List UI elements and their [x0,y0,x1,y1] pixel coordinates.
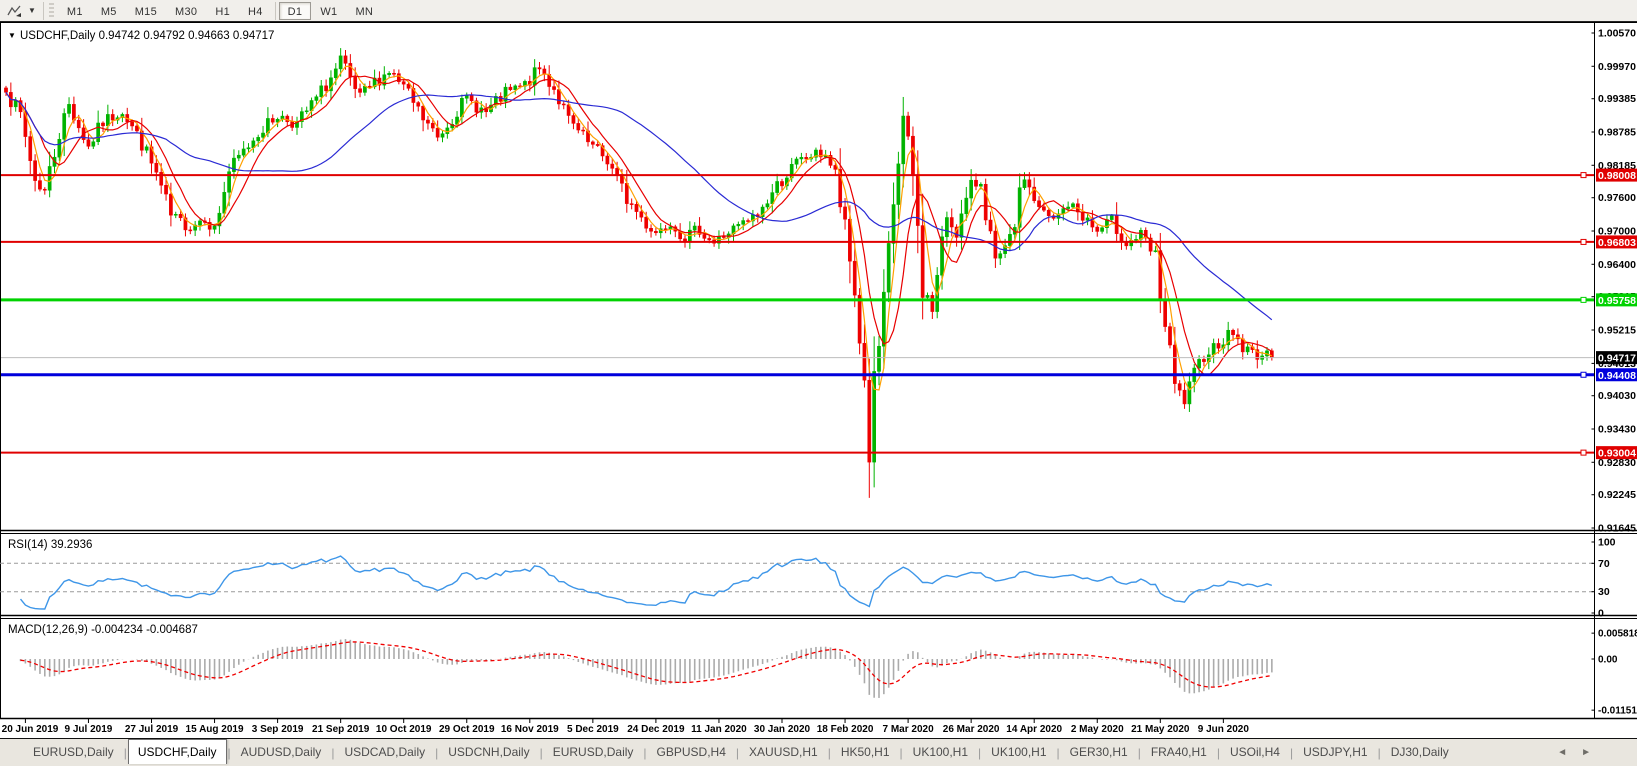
timeframe-button-m15[interactable]: M15 [126,2,166,20]
price-label-0.95758: 0.95758 [1598,295,1636,307]
price-tick: 0.91645 [1598,523,1636,535]
tab-eurusd-daily[interactable]: EURUSD,Daily [24,742,123,763]
hline-handle[interactable] [1580,371,1587,378]
tab-dj30-daily[interactable]: DJ30,Daily [1382,742,1458,763]
timeframe-button-m5[interactable]: M5 [92,2,126,20]
chart-area[interactable]: 1.00570 0.99970 0.99385 0.98785 0.98185 0.976… [0,22,1637,738]
tab-ger30-h1[interactable]: GER30,H1 [1061,742,1137,763]
rsi-tick: 0 [1598,608,1604,620]
timeframe-button-h4[interactable]: H4 [239,2,272,20]
chart-tool-button[interactable] [4,2,26,20]
toolbar-separator [274,1,276,20]
price-label-0.98008: 0.98008 [1598,170,1636,182]
macd-label: MACD(12,26,9) -0.004234 -0.004687 [8,624,198,636]
chart-tab-bar: EURUSD,Daily | USDCHF,Daily | AUDUSD,Daily | U… [0,738,1637,766]
rsi-label: RSI(14) 39.2936 [8,539,92,551]
tab-xauusd-h1[interactable]: XAUUSD,H1 [740,742,827,763]
hline-handle[interactable] [1580,449,1587,456]
price-tick: 0.95215 [1598,325,1636,337]
tab-eurusd-daily[interactable]: EURUSD,Daily [544,742,643,763]
date-tick: 21 Sep 2019 [312,724,370,735]
price-tick: 1.00570 [1598,28,1636,40]
date-tick: 30 Jan 2020 [754,724,811,735]
date-tick: 11 Jan 2020 [691,724,747,735]
timeframe-button-w1[interactable]: W1 [311,2,346,20]
dropdown-caret-icon[interactable]: ▼ [27,6,40,15]
date-tick: 9 Jun 2020 [1198,724,1250,735]
tab-audusd-daily[interactable]: AUDUSD,Daily [232,742,331,763]
tab-scroll-right-icon[interactable]: ► [1581,747,1591,758]
tab-hk50-h1[interactable]: HK50,H1 [832,742,899,763]
price-label-0.96803: 0.96803 [1598,237,1636,249]
tab-usdcad-daily[interactable]: USDCAD,Daily [335,742,434,763]
macd-tick: 0.005818 [1598,629,1637,640]
tab-uk100-h1[interactable]: UK100,H1 [982,742,1055,763]
date-tick: 27 Jul 2019 [125,724,179,735]
price-label-0.94717: 0.94717 [1598,353,1636,365]
tab-usdchf-daily[interactable]: USDCHF,Daily [127,739,227,764]
rsi-tick: 30 [1598,586,1610,598]
macd-tick: -0.011514 [1598,706,1637,717]
date-tick: 21 May 2020 [1131,724,1190,735]
price-tick: 0.93430 [1598,424,1636,436]
rsi-tick: 70 [1598,558,1610,570]
price-tick: 0.92245 [1598,489,1636,501]
toolbar-separator [42,1,44,20]
date-tick: 9 Jul 2019 [65,724,113,735]
tab-gbpusd-h4[interactable]: GBPUSD,H4 [648,742,735,763]
price-chart-svg[interactable]: 1.005700.999700.993850.987850.981850.976… [0,22,1637,738]
hline-handle[interactable] [1580,296,1587,303]
timeframe-button-mn[interactable]: MN [346,2,382,20]
macd-tick: 0.00 [1598,655,1618,666]
timeframe-button-m30[interactable]: M30 [166,2,206,20]
collapse-triangle-icon[interactable]: ▼ [8,31,16,40]
date-tick: 14 Apr 2020 [1006,724,1062,735]
date-tick: 20 Jun 2019 [2,724,59,735]
price-tick: 0.94030 [1598,390,1636,402]
date-tick: 26 Mar 2020 [943,724,1000,735]
rsi-line [19,555,1273,610]
timeframe-button-h1[interactable]: H1 [206,2,239,20]
timeframe-button-d1[interactable]: D1 [278,1,312,20]
price-tick: 0.99385 [1598,93,1636,105]
price-tick: 0.97600 [1598,192,1636,204]
timeframe-toolbar: ▼ M1 M5 M15 M30 H1 H4 D1 W1 MN [0,0,1637,22]
chart-tabs: EURUSD,Daily | USDCHF,Daily | AUDUSD,Daily | U… [24,739,1458,764]
timeframe-button-m1[interactable]: M1 [58,2,92,20]
price-tick: 0.98785 [1598,127,1636,139]
tab-fra40-h1[interactable]: FRA40,H1 [1142,742,1216,763]
date-tick: 15 Aug 2019 [186,724,244,735]
hline-handle[interactable] [1580,238,1587,245]
date-tick: 2 May 2020 [1071,724,1124,735]
chart-title: USDCHF,Daily 0.94742 0.94792 0.94663 0.9… [20,30,274,42]
rsi-tick: 100 [1598,537,1616,549]
hline-handle[interactable] [1580,172,1587,179]
timeframe-buttons: M1 M5 M15 M30 H1 H4 D1 W1 MN [58,1,382,20]
date-tick: 16 Nov 2019 [501,724,559,735]
price-label-0.94408: 0.94408 [1598,370,1636,382]
tab-scroll-left-icon[interactable]: ◄ [1557,747,1567,758]
tab-usoil-h4[interactable]: USOil,H4 [1221,742,1289,763]
tab-uk100-h1[interactable]: UK100,H1 [904,742,977,763]
date-tick: 3 Sep 2019 [252,724,304,735]
tab-usdjpy-h1[interactable]: USDJPY,H1 [1294,742,1376,763]
date-tick: 29 Oct 2019 [439,724,495,735]
date-tick: 18 Feb 2020 [817,724,874,735]
price-label-0.93004: 0.93004 [1598,448,1636,460]
toolbar-grip[interactable] [48,2,54,19]
chart-tool-icon [7,5,21,17]
price-tick: 0.96400 [1598,259,1636,271]
date-tick: 24 Dec 2019 [627,724,685,735]
price-tick: 0.99970 [1598,61,1636,73]
tab-scroll-buttons: ◄ ► [1557,747,1637,758]
date-tick: 7 Mar 2020 [883,724,935,735]
date-tick: 10 Oct 2019 [376,724,432,735]
tab-usdcnh-daily[interactable]: USDCNH,Daily [439,742,538,763]
date-tick: 5 Dec 2019 [567,724,619,735]
